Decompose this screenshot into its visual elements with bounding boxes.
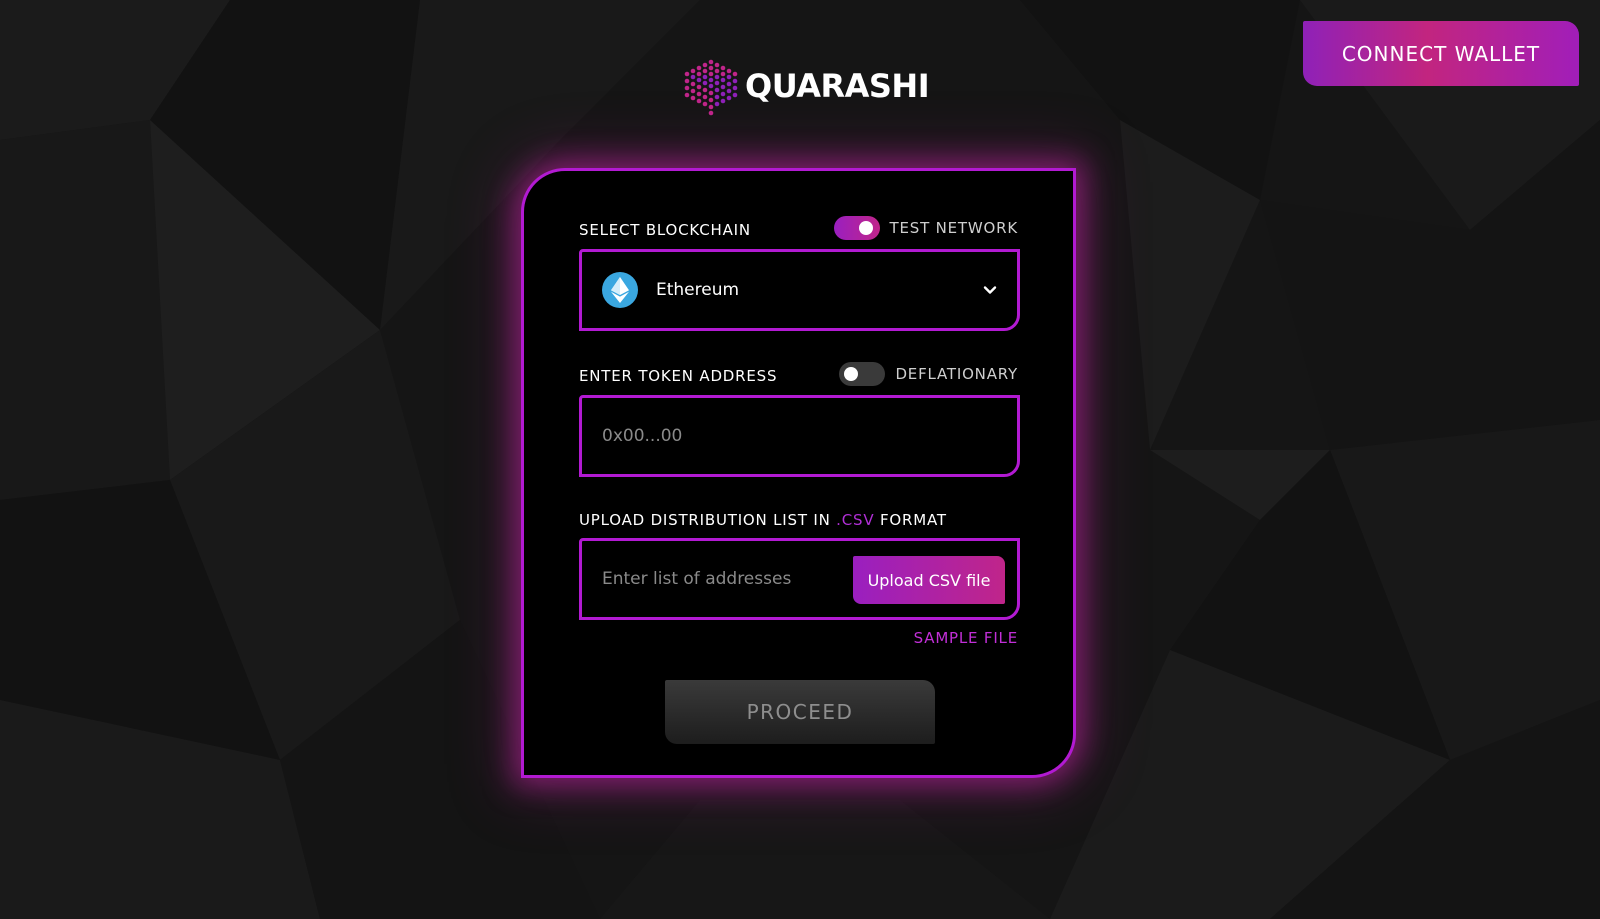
distribution-list-label: UPLOAD DISTRIBUTION LIST IN .CSV FORMAT	[579, 511, 947, 529]
test-network-toggle-group: TEST NETWORK	[833, 216, 1018, 240]
cube-logo-icon	[684, 59, 738, 116]
distribution-list-field: Upload CSV file	[579, 538, 1020, 620]
sample-file-link[interactable]: SAMPLE FILE	[914, 629, 1018, 647]
blockchain-select[interactable]: Ethereum	[579, 249, 1020, 331]
test-network-label: TEST NETWORK	[889, 219, 1018, 237]
toggle-knob	[858, 221, 873, 235]
csv-format-text: .CSV	[836, 511, 875, 529]
distribution-label-suffix: FORMAT	[874, 511, 947, 529]
selected-blockchain: Ethereum	[656, 280, 740, 300]
upload-csv-button[interactable]: Upload CSV file	[853, 556, 1005, 604]
deflationary-toggle[interactable]	[839, 362, 886, 386]
distribution-label-prefix: UPLOAD DISTRIBUTION LIST IN	[579, 511, 837, 529]
test-network-toggle[interactable]	[833, 216, 880, 240]
token-address-label: ENTER TOKEN ADDRESS	[579, 367, 778, 385]
brand-name: QUARASHI	[745, 67, 930, 105]
deflationary-toggle-group: DEFLATIONARY	[839, 362, 1018, 386]
brand-logo: QUARASHI	[683, 56, 930, 116]
connect-wallet-button[interactable]: CONNECT WALLET	[1303, 21, 1579, 86]
token-address-field	[579, 395, 1020, 477]
select-blockchain-label: SELECT BLOCKCHAIN	[579, 221, 751, 239]
toggle-knob	[844, 367, 859, 381]
token-address-input[interactable]	[582, 398, 1017, 474]
deflationary-label: DEFLATIONARY	[895, 365, 1018, 383]
ethereum-icon	[602, 272, 638, 308]
chevron-down-icon	[983, 286, 997, 294]
proceed-button[interactable]: PROCEED	[665, 680, 935, 744]
address-list-input[interactable]	[582, 541, 852, 617]
airdrop-form-card: SELECT BLOCKCHAIN TEST NETWORK Ethereum …	[521, 168, 1076, 778]
